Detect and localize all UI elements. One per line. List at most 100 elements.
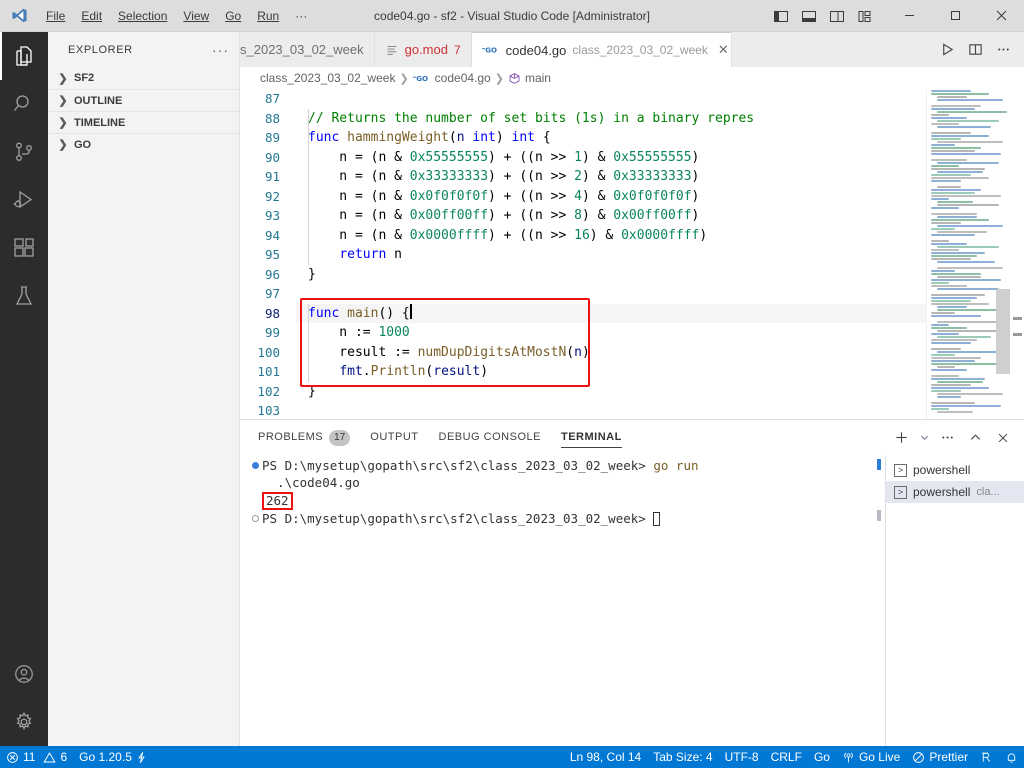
code-token: ) <box>495 130 512 145</box>
code-token: n = (n & <box>308 149 410 165</box>
tab-problems[interactable]: PROBLEMS 17 <box>258 420 351 455</box>
tab-output[interactable]: OUTPUT <box>370 420 418 455</box>
minimap-line <box>937 186 961 188</box>
code-token: ) + ((n >> <box>488 169 575 184</box>
code-line-content[interactable]: n := 1000 <box>296 323 926 343</box>
status-prettier[interactable]: Prettier <box>906 746 974 768</box>
panel-more-actions-button[interactable] <box>934 425 960 451</box>
accounts-icon[interactable] <box>0 650 48 698</box>
tab-label: go.mod <box>404 42 448 57</box>
code-line-content[interactable]: n = (n & 0x00ff00ff) + ((n >> 8) & 0x00f… <box>296 206 926 226</box>
code-line-content[interactable]: n = (n & 0x0000ffff) + ((n >> 16) & 0x00… <box>296 226 926 246</box>
code-line-content[interactable]: func main() { <box>296 303 926 324</box>
menu-more[interactable]: ··· <box>287 4 315 28</box>
terminal-instance-label: powershell <box>913 485 971 499</box>
code-line-content[interactable]: n = (n & 0x0f0f0f0f) + ((n >> 4) & 0x0f0… <box>296 187 926 207</box>
minimap[interactable] <box>926 89 1010 419</box>
tab-go-mod[interactable]: go.mod 7 <box>374 32 472 67</box>
sidebar-section-sf2[interactable]: ❯ SF2 <box>48 67 239 89</box>
tab-code04-go[interactable]: GO code04.go class_2023_03_02_week ✕ <box>471 32 732 67</box>
minimap-line <box>931 408 949 410</box>
split-editor-button[interactable] <box>962 37 988 63</box>
code-line-content[interactable]: fmt.Println(result) <box>296 362 926 382</box>
status-go-version[interactable]: Go 1.20.5 <box>73 746 153 768</box>
sidebar-section-timeline[interactable]: ❯ TIMELINE <box>48 111 239 133</box>
tab-terminal[interactable]: TERMINAL <box>560 420 622 455</box>
code-token: } <box>308 383 316 399</box>
new-terminal-button[interactable] <box>888 425 914 451</box>
code-line-content[interactable] <box>296 401 926 419</box>
sidebar-item-testing[interactable] <box>0 272 48 320</box>
code-viewport[interactable]: 87 88 // Returns the number of set bits (1… <box>240 89 926 419</box>
minimap-slider[interactable] <box>996 289 1010 374</box>
minimap-line <box>937 261 995 263</box>
minimap-line <box>937 204 999 206</box>
status-screencast[interactable] <box>974 746 999 768</box>
gear-icon[interactable] <box>0 698 48 746</box>
minimap-line <box>931 144 955 146</box>
close-icon[interactable]: ✕ <box>718 42 729 58</box>
sidebar-section-go[interactable]: ❯ GO <box>48 133 239 155</box>
terminal-dropdown-button[interactable] <box>916 425 932 451</box>
code-token: 0x33333333 <box>613 169 692 184</box>
code-line-content[interactable]: n = (n & 0x33333333) + ((n >> 2) & 0x333… <box>296 167 926 187</box>
code-token: ) <box>691 188 700 204</box>
sidebar-item-extensions[interactable] <box>0 224 48 272</box>
menu-run[interactable]: Run <box>249 4 287 28</box>
minimap-line <box>931 378 985 380</box>
code-line-content[interactable]: return n <box>296 245 926 265</box>
menu-selection[interactable]: Selection <box>110 4 175 28</box>
toggle-primary-sidebar-icon[interactable] <box>768 3 794 29</box>
status-problems[interactable]: 11 6 <box>0 746 73 768</box>
close-panel-button[interactable] <box>990 425 1016 451</box>
code-editor[interactable]: 87 88 // Returns the number of set bits (1… <box>240 89 1024 419</box>
sidebar-more-actions-icon[interactable]: ··· <box>212 42 229 58</box>
sidebar-item-source-control[interactable] <box>0 128 48 176</box>
menu-view[interactable]: View <box>175 4 217 28</box>
menu-edit[interactable]: Edit <box>73 4 110 28</box>
more-actions-button[interactable] <box>990 37 1016 63</box>
sidebar-section-outline[interactable]: ❯ OUTLINE <box>48 89 239 111</box>
code-token: 0x55555555 <box>613 149 692 165</box>
minimap-line <box>931 285 967 287</box>
maximize-panel-button[interactable] <box>962 425 988 451</box>
breadcrumb-file[interactable]: GO code04.go <box>412 71 491 85</box>
code-line-content[interactable]: n = (n & 0x55555555) + ((n >> 1) & 0x555… <box>296 148 926 168</box>
breadcrumb-symbol[interactable]: main <box>508 71 551 85</box>
sidebar-item-explorer[interactable] <box>0 32 48 80</box>
minimap-line <box>931 360 975 362</box>
customize-layout-icon[interactable] <box>852 3 878 29</box>
editor-overview-ruler[interactable] <box>1010 89 1024 419</box>
code-line-content[interactable]: func hammingWeight(n int) int { <box>296 128 926 148</box>
sidebar-item-run-and-debug[interactable] <box>0 176 48 224</box>
status-notifications[interactable] <box>999 746 1024 768</box>
line-number: 88 <box>264 110 280 126</box>
go-icon: GO <box>481 44 500 56</box>
menu-go[interactable]: Go <box>217 4 249 28</box>
code-line-content[interactable]: } <box>296 265 926 285</box>
maximize-button[interactable] <box>932 0 978 32</box>
code-line-content[interactable] <box>296 284 926 304</box>
terminal-command: go run <box>645 458 699 473</box>
terminal-output[interactable]: PS D:\mysetup\gopath\src\sf2\class_2023_… <box>240 455 885 766</box>
tab-debug-console[interactable]: DEBUG CONSOLE <box>439 420 541 455</box>
title-bar-right <box>768 0 1024 32</box>
code-line-content[interactable]: // Returns the number of set bits (1s) i… <box>296 109 926 129</box>
tab-class-2023-03-02-week[interactable]: s_2023_03_02_week <box>240 32 375 67</box>
sidebar-item-search[interactable] <box>0 80 48 128</box>
terminal-instance[interactable]: > powershell cla... <box>886 481 1024 503</box>
code-lines: 87 88 // Returns the number of set bits (1… <box>240 89 926 419</box>
toggle-secondary-sidebar-icon[interactable] <box>824 3 850 29</box>
breadcrumb-folder[interactable]: class_2023_03_02_week <box>260 71 395 85</box>
terminal-instance[interactable]: > powershell <box>886 459 1024 481</box>
run-button[interactable] <box>934 37 960 63</box>
menu-file[interactable]: File <box>38 4 73 28</box>
terminal-prompt: PS D:\mysetup\gopath\src\sf2\class_2023_… <box>262 458 646 473</box>
toggle-panel-icon[interactable] <box>796 3 822 29</box>
code-token: ) & <box>581 188 614 204</box>
code-line-content[interactable]: } <box>296 382 926 402</box>
close-button[interactable] <box>978 0 1024 32</box>
code-line-content[interactable] <box>296 89 926 109</box>
code-line-content[interactable]: result := numDupDigitsAtMostN(n) <box>296 343 926 363</box>
minimize-button[interactable] <box>886 0 932 32</box>
